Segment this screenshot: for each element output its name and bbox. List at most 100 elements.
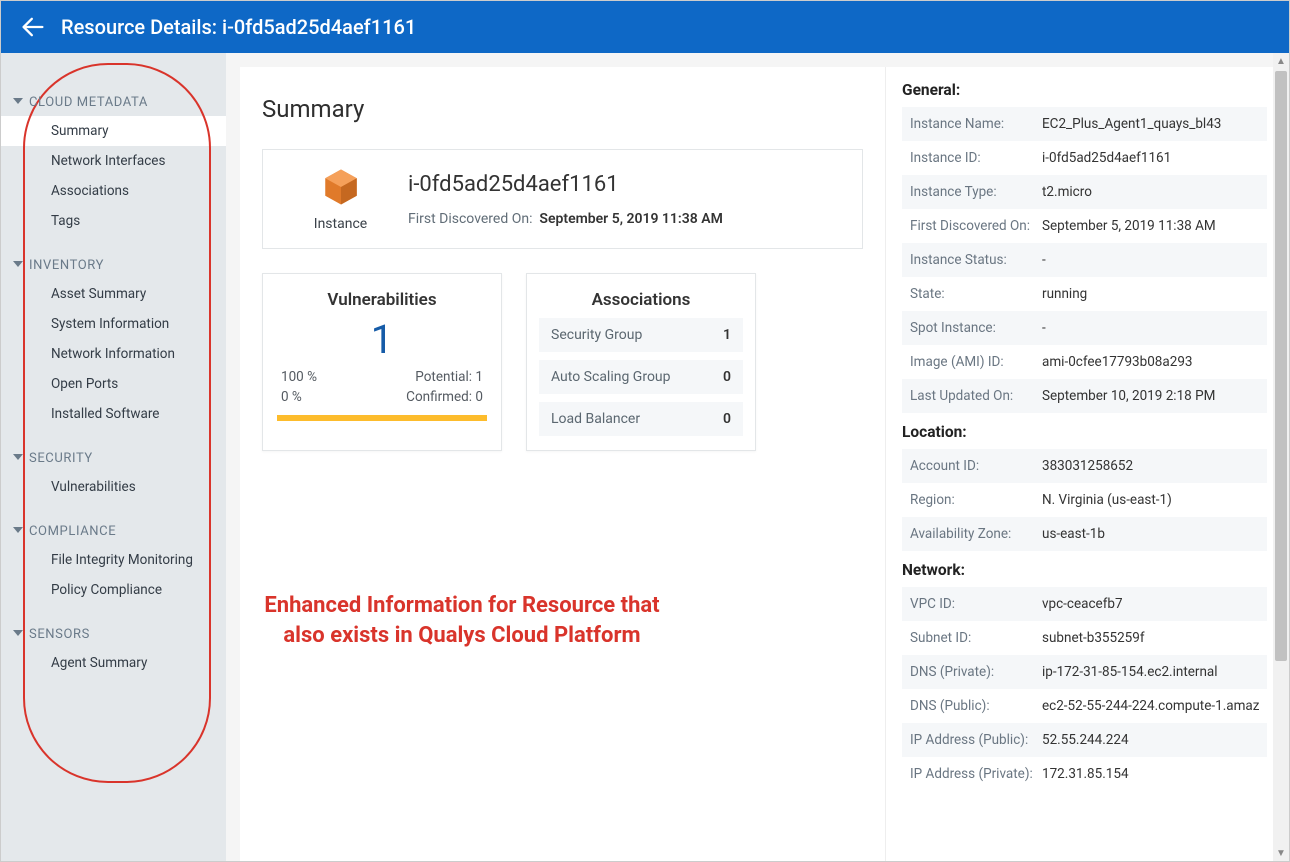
vuln-potential-label: Potential: 1 bbox=[415, 369, 483, 385]
section-header[interactable]: CLOUD METADATA bbox=[1, 89, 226, 116]
info-value: ip-172-31-85-154.ec2.internal bbox=[1042, 664, 1259, 680]
associations-card[interactable]: Associations Security Group1 Auto Scaling… bbox=[526, 273, 756, 451]
info-key: Spot Instance: bbox=[910, 320, 1042, 336]
page-header-title: Resource Details: i-0fd5ad25d4aef1161 bbox=[61, 15, 416, 39]
info-value: 172.31.85.154 bbox=[1042, 766, 1259, 782]
sidebar-item[interactable]: Asset Summary bbox=[1, 279, 226, 309]
sidebar-item[interactable]: Policy Compliance bbox=[1, 575, 226, 605]
info-row: Spot Instance:- bbox=[902, 311, 1267, 345]
vuln-progress-bar bbox=[277, 415, 487, 421]
chevron-down-icon bbox=[13, 630, 23, 636]
info-panel: General:Instance Name:EC2_Plus_Agent1_qu… bbox=[885, 67, 1283, 861]
section-header[interactable]: INVENTORY bbox=[1, 252, 226, 279]
content-panel: Summary Instance i-0fd5ad25d4aef1161 Fir… bbox=[240, 67, 885, 861]
chevron-down-icon bbox=[13, 454, 23, 460]
page-title: Summary bbox=[262, 95, 863, 123]
info-key: Account ID: bbox=[910, 458, 1042, 474]
sidebar-item[interactable]: Associations bbox=[1, 176, 226, 206]
instance-icon-wrap: Instance bbox=[273, 166, 408, 232]
info-key: VPC ID: bbox=[910, 596, 1042, 612]
association-label: Load Balancer bbox=[551, 411, 640, 427]
association-value: 0 bbox=[723, 411, 731, 427]
info-value: t2.micro bbox=[1042, 184, 1259, 200]
scroll-down-icon[interactable]: ▼ bbox=[1273, 845, 1289, 861]
section-title: SENSORS bbox=[29, 627, 90, 642]
info-value: September 5, 2019 11:38 AM bbox=[1042, 218, 1259, 234]
sidebar-item[interactable]: Installed Software bbox=[1, 399, 226, 429]
info-row: Account ID:383031258652 bbox=[902, 449, 1267, 483]
info-value: ec2-52-55-244-224.compute-1.amazonaws.co… bbox=[1042, 698, 1259, 714]
vulnerabilities-count: 1 bbox=[263, 316, 501, 363]
sidebar-item[interactable]: Vulnerabilities bbox=[1, 472, 226, 502]
info-row: Last Updated On:September 10, 2019 2:18 … bbox=[902, 379, 1267, 413]
info-value: N. Virginia (us-east-1) bbox=[1042, 492, 1259, 508]
info-key: Instance Status: bbox=[910, 252, 1042, 268]
sidebar-item[interactable]: File Integrity Monitoring bbox=[1, 545, 226, 575]
info-row: DNS (Private):ip-172-31-85-154.ec2.inter… bbox=[902, 655, 1267, 689]
info-key: Image (AMI) ID: bbox=[910, 354, 1042, 370]
vuln-potential-pct: 100 % bbox=[281, 369, 317, 385]
info-value: i-0fd5ad25d4aef1161 bbox=[1042, 150, 1259, 166]
sidebar-item[interactable]: Network Information bbox=[1, 339, 226, 369]
association-row[interactable]: Auto Scaling Group 0 bbox=[539, 360, 743, 394]
info-row: Image (AMI) ID:ami-0cfee17793b08a293 bbox=[902, 345, 1267, 379]
info-row: Availability Zone:us-east-1b bbox=[902, 517, 1267, 551]
sidebar-item[interactable]: Network Interfaces bbox=[1, 146, 226, 176]
vulnerabilities-card[interactable]: Vulnerabilities 1 100 % Potential: 1 0 %… bbox=[262, 273, 502, 451]
section-header[interactable]: SENSORS bbox=[1, 621, 226, 648]
info-row: Subnet ID:subnet-b355259f bbox=[902, 621, 1267, 655]
section-header[interactable]: COMPLIANCE bbox=[1, 518, 226, 545]
sidebar-item[interactable]: System Information bbox=[1, 309, 226, 339]
association-value: 0 bbox=[723, 369, 731, 385]
chevron-down-icon bbox=[13, 98, 23, 104]
summary-cards-row: Vulnerabilities 1 100 % Potential: 1 0 %… bbox=[262, 273, 863, 451]
vulnerabilities-card-title: Vulnerabilities bbox=[263, 290, 501, 310]
info-row: DNS (Public):ec2-52-55-244-224.compute-1… bbox=[902, 689, 1267, 723]
info-value: - bbox=[1042, 252, 1259, 268]
info-value: September 10, 2019 2:18 PM bbox=[1042, 388, 1259, 404]
section-title: INVENTORY bbox=[29, 258, 104, 273]
info-key: Instance Type: bbox=[910, 184, 1042, 200]
section-title: CLOUD METADATA bbox=[29, 95, 148, 110]
associations-card-title: Associations bbox=[527, 290, 755, 310]
info-key: DNS (Public): bbox=[910, 698, 1042, 714]
info-key: State: bbox=[910, 286, 1042, 302]
sidebar-item[interactable]: Open Ports bbox=[1, 369, 226, 399]
sidebar-item[interactable]: Tags bbox=[1, 206, 226, 236]
info-value: ami-0cfee17793b08a293 bbox=[1042, 354, 1259, 370]
sidebar-item[interactable]: Summary bbox=[1, 116, 226, 146]
association-row[interactable]: Load Balancer 0 bbox=[539, 402, 743, 436]
info-row: State:running bbox=[902, 277, 1267, 311]
info-row: VPC ID:vpc-ceacefb7 bbox=[902, 587, 1267, 621]
info-key: Region: bbox=[910, 492, 1042, 508]
annotation-text: Enhanced Information for Resource that a… bbox=[262, 591, 662, 650]
scrollbar-rail[interactable]: ▲ ▼ bbox=[1273, 53, 1289, 861]
association-value: 1 bbox=[723, 327, 731, 343]
sidebar-item[interactable]: Agent Summary bbox=[1, 648, 226, 678]
info-value: 383031258652 bbox=[1042, 458, 1259, 474]
info-value: - bbox=[1042, 320, 1259, 336]
instance-icon bbox=[320, 166, 362, 208]
back-icon[interactable] bbox=[19, 13, 47, 41]
scrollbar-thumb[interactable] bbox=[1275, 71, 1287, 661]
info-section-title: Network: bbox=[902, 561, 1267, 579]
info-value: running bbox=[1042, 286, 1259, 302]
info-key: IP Address (Private): bbox=[910, 766, 1042, 782]
scroll-up-icon[interactable]: ▲ bbox=[1273, 53, 1289, 69]
info-value: EC2_Plus_Agent1_quays_bl43 bbox=[1042, 116, 1259, 132]
info-key: DNS (Private): bbox=[910, 664, 1042, 680]
info-value: us-east-1b bbox=[1042, 526, 1259, 542]
section-header[interactable]: SECURITY bbox=[1, 445, 226, 472]
association-label: Auto Scaling Group bbox=[551, 369, 671, 385]
first-discovered-row: First Discovered On: September 5, 2019 1… bbox=[408, 211, 852, 227]
first-discovered-value: September 5, 2019 11:38 AM bbox=[539, 211, 722, 227]
info-key: IP Address (Public): bbox=[910, 732, 1042, 748]
app-header: Resource Details: i-0fd5ad25d4aef1161 bbox=[1, 1, 1289, 53]
resource-id-title: i-0fd5ad25d4aef1161 bbox=[408, 172, 852, 197]
info-row: IP Address (Public):52.55.244.224 bbox=[902, 723, 1267, 757]
info-row: First Discovered On:September 5, 2019 11… bbox=[902, 209, 1267, 243]
association-row[interactable]: Security Group1 bbox=[539, 318, 743, 352]
info-key: First Discovered On: bbox=[910, 218, 1042, 234]
info-row: IP Address (Private):172.31.85.154 bbox=[902, 757, 1267, 791]
info-key: Subnet ID: bbox=[910, 630, 1042, 646]
